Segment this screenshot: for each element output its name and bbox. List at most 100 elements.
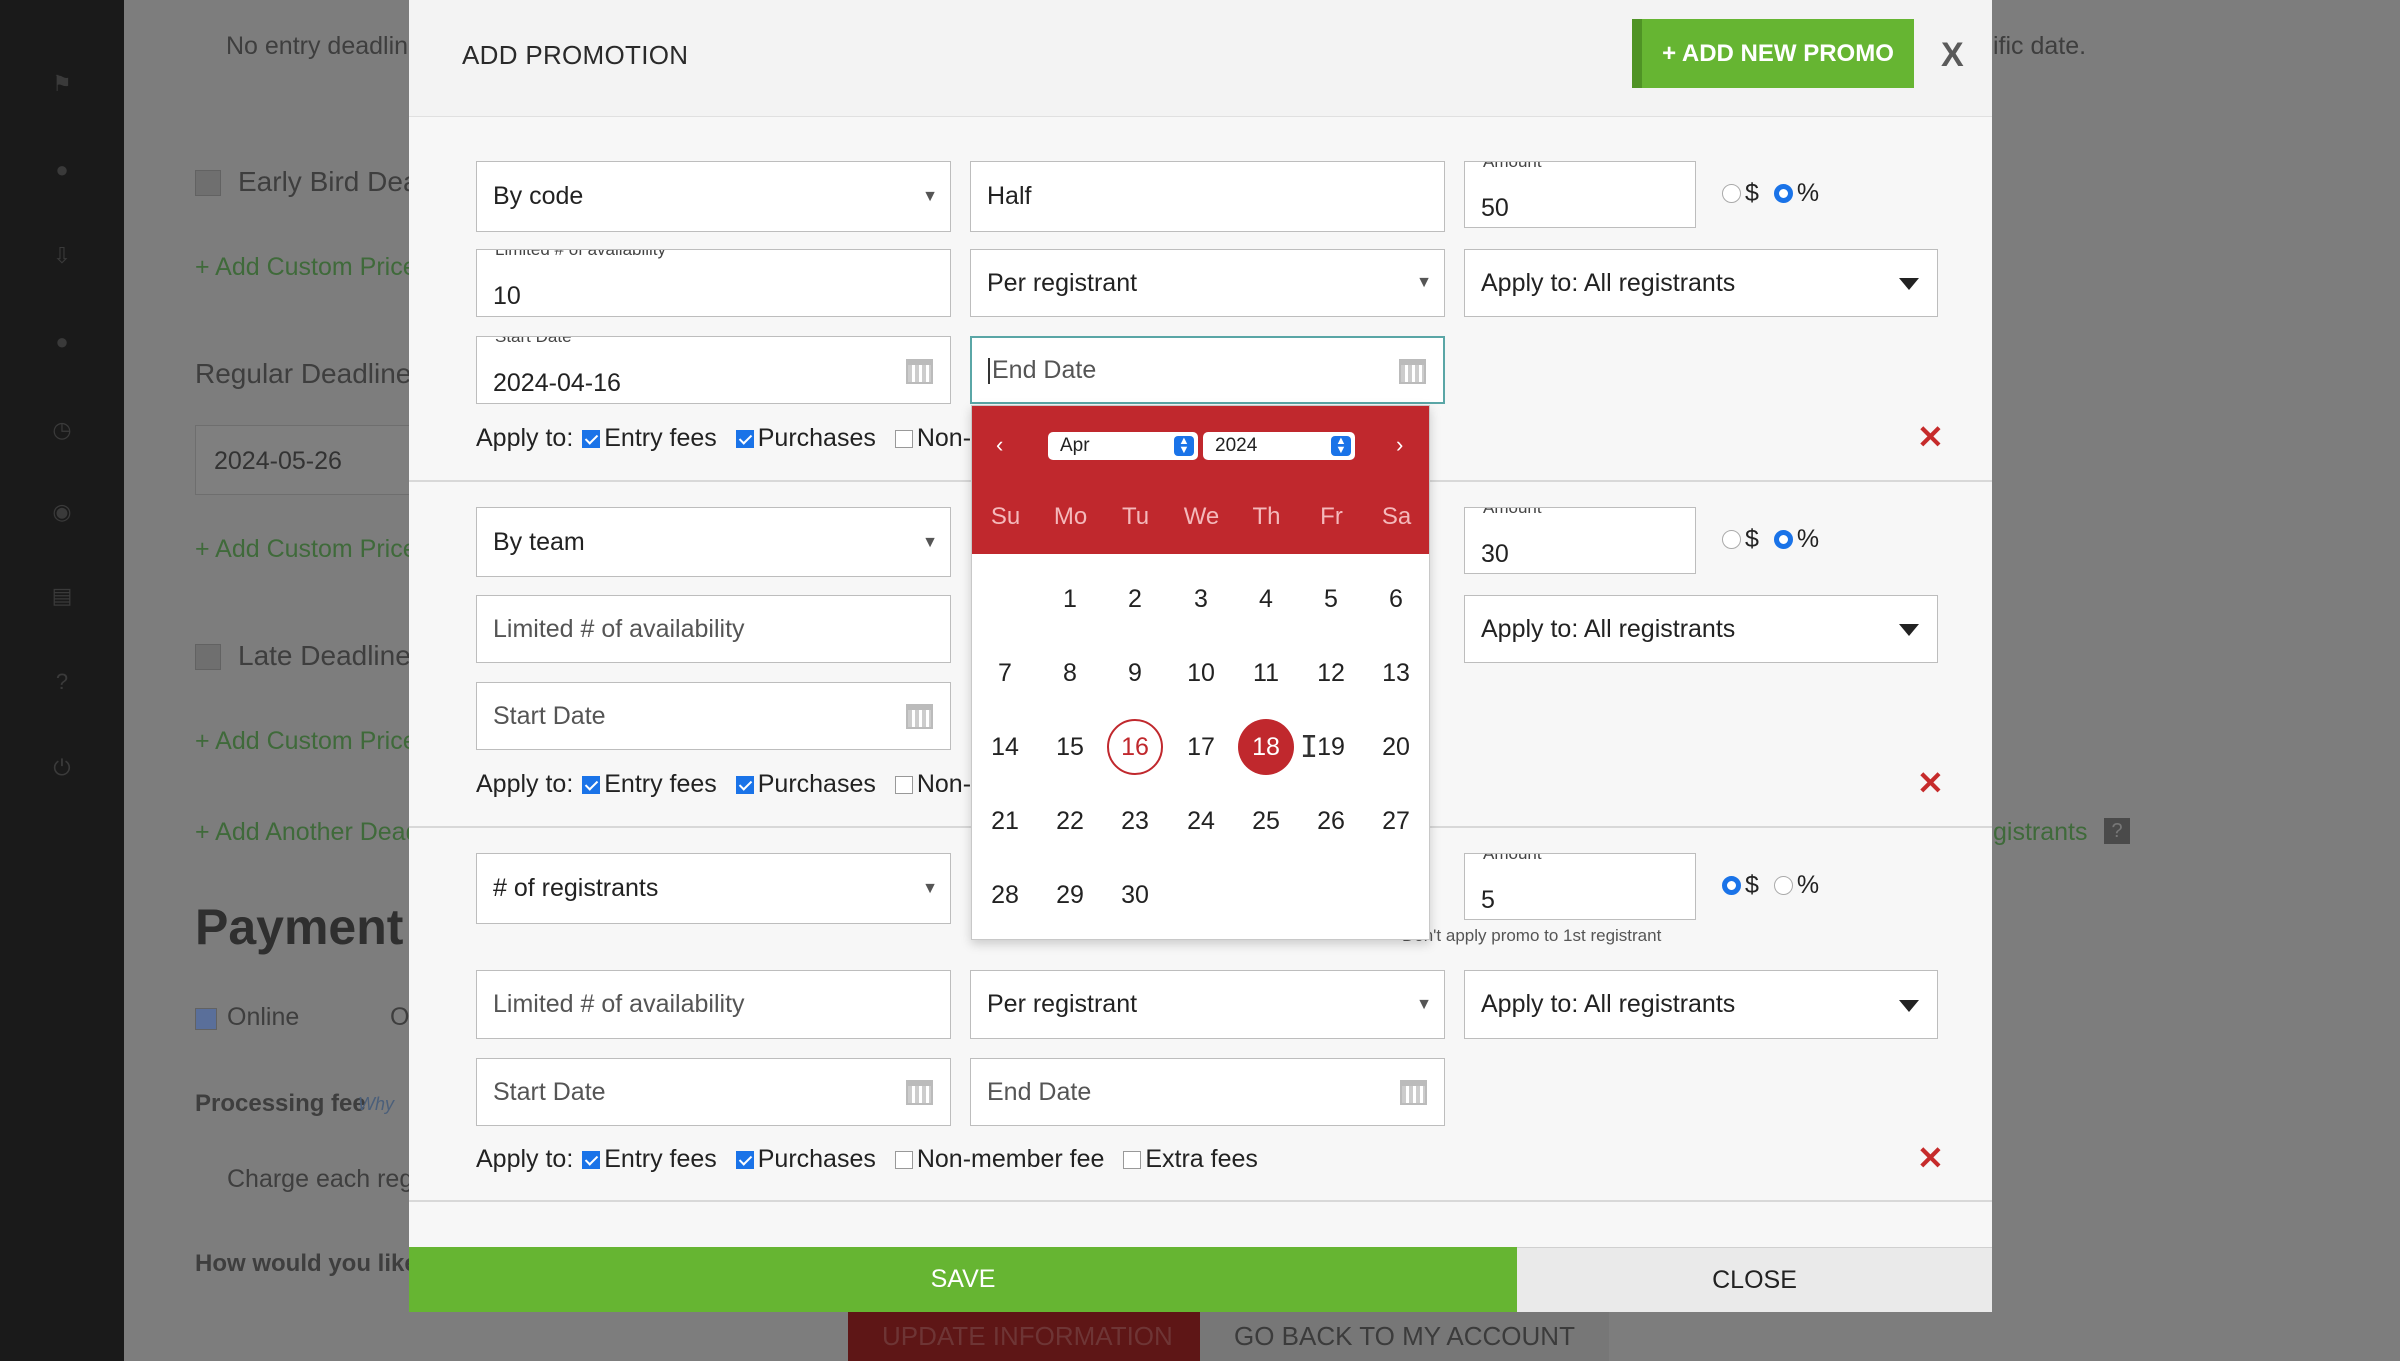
close-button[interactable]: CLOSE [1517, 1247, 1992, 1312]
prev-month-icon[interactable]: ‹ [996, 432, 1003, 458]
day-24[interactable]: 24 [1173, 793, 1229, 849]
promo1-dollar-radio[interactable] [1722, 184, 1741, 203]
card-icon[interactable]: ▤ [50, 584, 74, 608]
day-1[interactable]: 1 [1042, 571, 1098, 627]
day-20[interactable]: 20 [1368, 719, 1424, 775]
promo1-percent-radio[interactable] [1773, 184, 1793, 203]
day-14[interactable]: 14 [977, 719, 1033, 775]
day-7[interactable]: 7 [977, 645, 1033, 701]
help-icon[interactable]: ? [50, 670, 74, 694]
promo3-purchases-checkbox[interactable] [735, 1151, 754, 1169]
day-15[interactable]: 15 [1042, 719, 1098, 775]
day-12[interactable]: 12 [1303, 645, 1359, 701]
day-11[interactable]: 11 [1238, 645, 1294, 701]
promo2-amount-input[interactable]: Amount 30 [1464, 507, 1696, 574]
promo2-dollar-radio[interactable] [1722, 530, 1741, 549]
day-13[interactable]: 13 [1368, 645, 1424, 701]
day-8[interactable]: 8 [1042, 645, 1098, 701]
clock-icon[interactable]: ◷ [50, 418, 74, 442]
promo2-apply-to-value: Apply to: All registrants [1481, 615, 1736, 643]
flag-icon[interactable]: ⚑ [50, 72, 74, 96]
day-2[interactable]: 2 [1107, 571, 1163, 627]
day-21[interactable]: 21 [977, 793, 1033, 849]
chat-icon[interactable]: ● [50, 330, 74, 354]
promo1-amount-input[interactable]: Amount 50 [1464, 161, 1696, 228]
bg-early-bird: Early Bird Dea [238, 166, 419, 197]
day-3[interactable]: 3 [1173, 571, 1229, 627]
save-button[interactable]: SAVE [409, 1247, 1517, 1312]
promo2-percent-radio[interactable] [1773, 530, 1793, 549]
close-modal-icon[interactable]: X [1941, 36, 1964, 75]
year-select[interactable]: 2024 ▲ ▼ [1203, 432, 1355, 460]
bg-no-entry-deadline: No entry deadlin [226, 32, 409, 60]
day-23[interactable]: 23 [1107, 793, 1163, 849]
add-new-promo-button[interactable]: + ADD NEW PROMO [1632, 19, 1914, 88]
promo1-entry-fees-checkbox[interactable] [582, 430, 601, 448]
users-icon[interactable]: ● [50, 158, 74, 182]
user-icon[interactable]: ◉ [50, 500, 74, 524]
promo3-per-select[interactable]: Per registrant ▼ [970, 970, 1445, 1039]
calendar-icon[interactable] [906, 1080, 933, 1105]
calendar-icon[interactable] [1400, 1080, 1427, 1105]
promo3-extra-fees-checkbox[interactable] [1123, 1151, 1142, 1169]
day-28[interactable]: 28 [977, 867, 1033, 923]
promo3-amount-input[interactable]: Amount 5 [1464, 853, 1696, 920]
promo2-limited-input[interactable]: Limited # of availability [476, 595, 951, 663]
promo3-limited-input[interactable]: Limited # of availability [476, 970, 951, 1039]
download-icon[interactable]: ⇩ [50, 244, 74, 268]
calendar-icon[interactable] [1399, 359, 1426, 384]
day-18[interactable]: 18 [1238, 719, 1294, 775]
promo1-delete-icon[interactable]: ✕ [1917, 418, 1944, 456]
promo1-limited-input[interactable]: Limited # of availability 10 [476, 249, 951, 317]
promo2-entry-fees-checkbox[interactable] [582, 776, 601, 794]
promo2-unit-radio-group: $ % [1722, 525, 1827, 554]
day-9[interactable]: 9 [1107, 645, 1163, 701]
promo3-apply-to-select[interactable]: Apply to: All registrants [1464, 970, 1938, 1039]
promo3-dont-apply-note[interactable]: Don't apply promo to 1st registrant [1402, 926, 1661, 946]
day-27[interactable]: 27 [1368, 793, 1424, 849]
promo3-unit-radio-group: $ % [1722, 871, 1827, 900]
day-29[interactable]: 29 [1042, 867, 1098, 923]
promo3-non-member-checkbox[interactable] [894, 1151, 913, 1169]
day-30[interactable]: 30 [1107, 867, 1163, 923]
amount-label: Amount [1477, 854, 1548, 863]
promo1-non-member-checkbox[interactable] [894, 430, 913, 448]
calendar-icon[interactable] [906, 359, 933, 384]
day-16[interactable]: 16 [1107, 719, 1163, 775]
promo3-entry-fees-checkbox[interactable] [582, 1151, 601, 1169]
day-5[interactable]: 5 [1303, 571, 1359, 627]
day-25[interactable]: 25 [1238, 793, 1294, 849]
calendar-icon[interactable] [906, 704, 933, 729]
promo2-start-date-input[interactable]: Start Date [476, 682, 951, 750]
promo1-start-date-input[interactable]: Start Date 2024-04-16 [476, 336, 951, 404]
apply-to-label: Apply to: [476, 424, 574, 452]
promo1-apply-to-select[interactable]: Apply to: All registrants [1464, 249, 1938, 317]
power-icon[interactable]: ⏻ [50, 756, 74, 780]
promo2-non-member-checkbox[interactable] [894, 776, 913, 794]
day-10[interactable]: 10 [1173, 645, 1229, 701]
promo1-purchases-checkbox[interactable] [735, 430, 754, 448]
promo2-apply-to-select[interactable]: Apply to: All registrants [1464, 595, 1938, 663]
promo3-dollar-radio[interactable] [1722, 876, 1741, 895]
promo3-percent-radio[interactable] [1773, 876, 1793, 895]
promo1-code-input[interactable]: Half [970, 161, 1445, 232]
day-22[interactable]: 22 [1042, 793, 1098, 849]
promo3-delete-icon[interactable]: ✕ [1917, 1139, 1944, 1177]
promo3-end-date-input[interactable]: End Date [970, 1058, 1445, 1126]
promo2-delete-icon[interactable]: ✕ [1917, 764, 1944, 802]
next-month-icon[interactable]: › [1396, 432, 1403, 458]
promo3-type-select[interactable]: # of registrants ▼ [476, 853, 951, 924]
promo3-start-date-input[interactable]: Start Date [476, 1058, 951, 1126]
bg-processing-fee: Processing fee [195, 1090, 366, 1117]
month-select[interactable]: Apr ▲ ▼ [1048, 432, 1198, 460]
promo3-amount-value: 5 [1481, 886, 1495, 914]
promo1-per-select[interactable]: Per registrant ▼ [970, 249, 1445, 317]
promo2-type-select[interactable]: By team ▼ [476, 507, 951, 577]
day-6[interactable]: 6 [1368, 571, 1424, 627]
promo1-end-date-input[interactable]: End Date [970, 336, 1445, 404]
day-4[interactable]: 4 [1238, 571, 1294, 627]
promo2-purchases-checkbox[interactable] [735, 776, 754, 794]
day-17[interactable]: 17 [1173, 719, 1229, 775]
day-26[interactable]: 26 [1303, 793, 1359, 849]
promo1-type-select[interactable]: By code ▼ [476, 161, 951, 232]
